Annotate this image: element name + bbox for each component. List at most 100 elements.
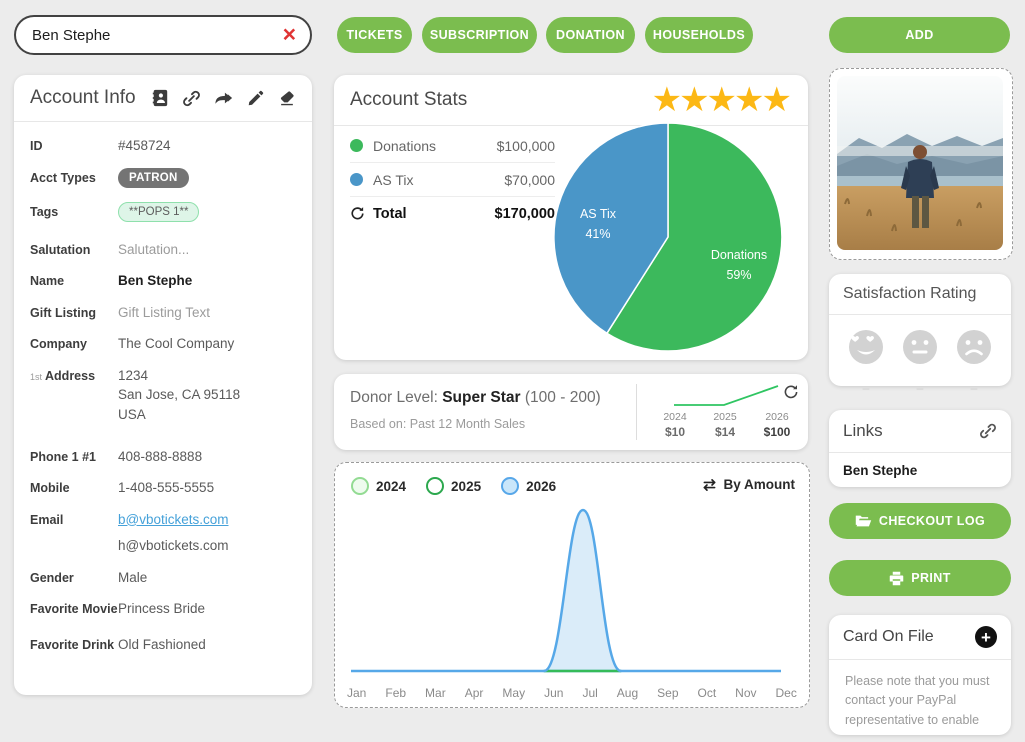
- monthly-area-chart: [341, 503, 803, 679]
- donor-level-basis: Based on: Past 12 Month Sales: [350, 417, 525, 431]
- email-value: b@vbotickets.com h@vbotickets.com: [118, 510, 229, 556]
- card-on-file-title: Card On File: [843, 628, 934, 646]
- swap-icon: [701, 478, 718, 492]
- pie-label-astix: AS Tix 41%: [565, 204, 631, 244]
- add-card-icon[interactable]: +: [975, 626, 997, 648]
- salutation-value: Salutation...: [118, 240, 189, 260]
- company-value: The Cool Company: [118, 334, 234, 354]
- field-label: 1stAddress: [30, 366, 118, 425]
- by-amount-toggle[interactable]: By Amount: [701, 477, 796, 492]
- rating-love-option[interactable]: –: [846, 327, 886, 395]
- edit-icon[interactable]: [247, 89, 265, 107]
- account-page: × TICKETS SUBSCRIPTION DONATION HOUSEHOL…: [0, 0, 1025, 710]
- chart-year-legend: 2024 2025 2026: [351, 477, 576, 495]
- donation-button[interactable]: DONATION: [546, 17, 635, 53]
- field-label: Company: [30, 334, 118, 354]
- field-label: Favorite Drink: [30, 635, 118, 655]
- tag-badge: **POPS 1**: [118, 202, 199, 222]
- clear-search-icon[interactable]: ×: [279, 23, 310, 48]
- link-icon[interactable]: [182, 89, 201, 108]
- account-stats-pie-chart: AS Tix 41% Donations 59%: [553, 122, 783, 352]
- legend-row-total: Total $170,000: [350, 197, 555, 230]
- folder-icon: [855, 514, 872, 528]
- linked-account[interactable]: Ben Stephe: [829, 453, 1011, 488]
- pie-label-donations: Donations 59%: [703, 245, 775, 285]
- profile-photo-card[interactable]: [829, 68, 1013, 260]
- satisfaction-rating-card: Satisfaction Rating – –: [829, 274, 1011, 386]
- subscription-button[interactable]: SUBSCRIPTION: [422, 17, 537, 53]
- card-on-file-card: Card On File + Please note that you must…: [829, 615, 1011, 735]
- account-info-card: Account Info ID#458724 Acct TypesPATRON …: [14, 75, 312, 695]
- card-on-file-note: Please note that you must contact your P…: [829, 660, 1011, 742]
- spark-year-2026: 2026$100: [752, 411, 802, 439]
- mobile-value: 1-408-555-5555: [118, 478, 214, 498]
- year-2026-radio[interactable]: [501, 477, 519, 495]
- year-2026-label[interactable]: 2026: [526, 479, 556, 494]
- month-axis: JanFebMarAprMayJunJulAugSepOctNovDec: [347, 686, 797, 700]
- stats-legend: Donations $100,000 AS Tix $70,000 Total …: [350, 129, 555, 230]
- account-info-title: Account Info: [30, 87, 136, 109]
- phone-value: 408-888-8888: [118, 447, 202, 467]
- donor-level-text: Donor Level: Super Star (100 - 200): [350, 389, 601, 407]
- star-icon[interactable]: ★: [707, 83, 737, 117]
- gift-listing-value: Gift Listing Text: [118, 303, 210, 323]
- name-value: Ben Stephe: [118, 271, 192, 291]
- refresh-icon[interactable]: [783, 384, 799, 400]
- account-stats-title: Account Stats: [350, 89, 467, 111]
- field-label: Favorite Movie: [30, 599, 118, 619]
- year-2024-radio[interactable]: [351, 477, 369, 495]
- spark-year-2025: 2025$14: [700, 411, 750, 439]
- acct-type-badge: PATRON: [118, 168, 189, 188]
- year-2025-radio[interactable]: [426, 477, 444, 495]
- monthly-sales-chart-card: 2024 2025 2026 By Amount JanFebMarAprMay…: [334, 462, 810, 708]
- donations-dot: [350, 139, 363, 152]
- legend-row-donations: Donations $100,000: [350, 129, 555, 163]
- links-title: Links: [843, 421, 883, 441]
- satisfaction-title: Satisfaction Rating: [843, 285, 976, 303]
- legend-row-astix: AS Tix $70,000: [350, 163, 555, 197]
- field-label: Tags: [30, 202, 118, 222]
- star-icon[interactable]: ★: [652, 83, 682, 117]
- account-stats-card: Account Stats ★ ★ ★ ★ ★ Donations $100,0…: [334, 75, 808, 360]
- forward-icon[interactable]: [214, 89, 234, 107]
- field-label: Acct Types: [30, 168, 118, 188]
- rating-sad-option[interactable]: –: [954, 327, 994, 395]
- email-link[interactable]: b@vbotickets.com: [118, 512, 229, 527]
- printer-icon: [889, 571, 904, 586]
- year-2024-label[interactable]: 2024: [376, 479, 406, 494]
- field-label: Gift Listing: [30, 303, 118, 323]
- spark-year-2024: 2024$10: [650, 411, 700, 439]
- field-label: Email: [30, 510, 118, 556]
- links-card: Links Ben Stephe: [829, 410, 1011, 487]
- love-face-icon: [846, 327, 886, 367]
- star-icon[interactable]: ★: [734, 83, 764, 117]
- year-2025-label[interactable]: 2025: [451, 479, 481, 494]
- donor-trend-sparkline: [664, 382, 792, 410]
- field-label: Mobile: [30, 478, 118, 498]
- checkout-log-button[interactable]: CHECKOUT LOG: [829, 503, 1011, 539]
- field-label: Gender: [30, 568, 118, 588]
- tickets-button[interactable]: TICKETS: [337, 17, 412, 53]
- satisfaction-options: – – –: [829, 315, 1011, 399]
- address-value: 1234 San Jose, CA 95118 USA: [118, 366, 240, 425]
- search-input[interactable]: [16, 27, 279, 44]
- print-button[interactable]: PRINT: [829, 560, 1011, 596]
- astix-dot: [350, 173, 363, 186]
- rating-neutral-option[interactable]: –: [900, 327, 940, 395]
- email-secondary: h@vbotickets.com: [118, 536, 229, 556]
- search-box: ×: [14, 15, 312, 55]
- add-button[interactable]: ADD: [829, 17, 1010, 53]
- field-label: Salutation: [30, 240, 118, 260]
- donor-level-card: Donor Level: Super Star (100 - 200) Base…: [334, 374, 808, 450]
- profile-photo: [837, 76, 1003, 250]
- rating-stars: ★ ★ ★ ★ ★: [655, 83, 792, 117]
- contact-card-icon[interactable]: [151, 89, 169, 107]
- erase-icon[interactable]: [278, 89, 296, 107]
- star-icon[interactable]: ★: [762, 83, 792, 117]
- field-label: Phone 1 #1: [30, 447, 118, 467]
- account-id: #458724: [118, 136, 171, 156]
- households-button[interactable]: HOUSEHOLDS: [645, 17, 753, 53]
- refresh-icon[interactable]: [350, 206, 365, 221]
- star-icon[interactable]: ★: [679, 83, 709, 117]
- link-icon: [979, 422, 997, 440]
